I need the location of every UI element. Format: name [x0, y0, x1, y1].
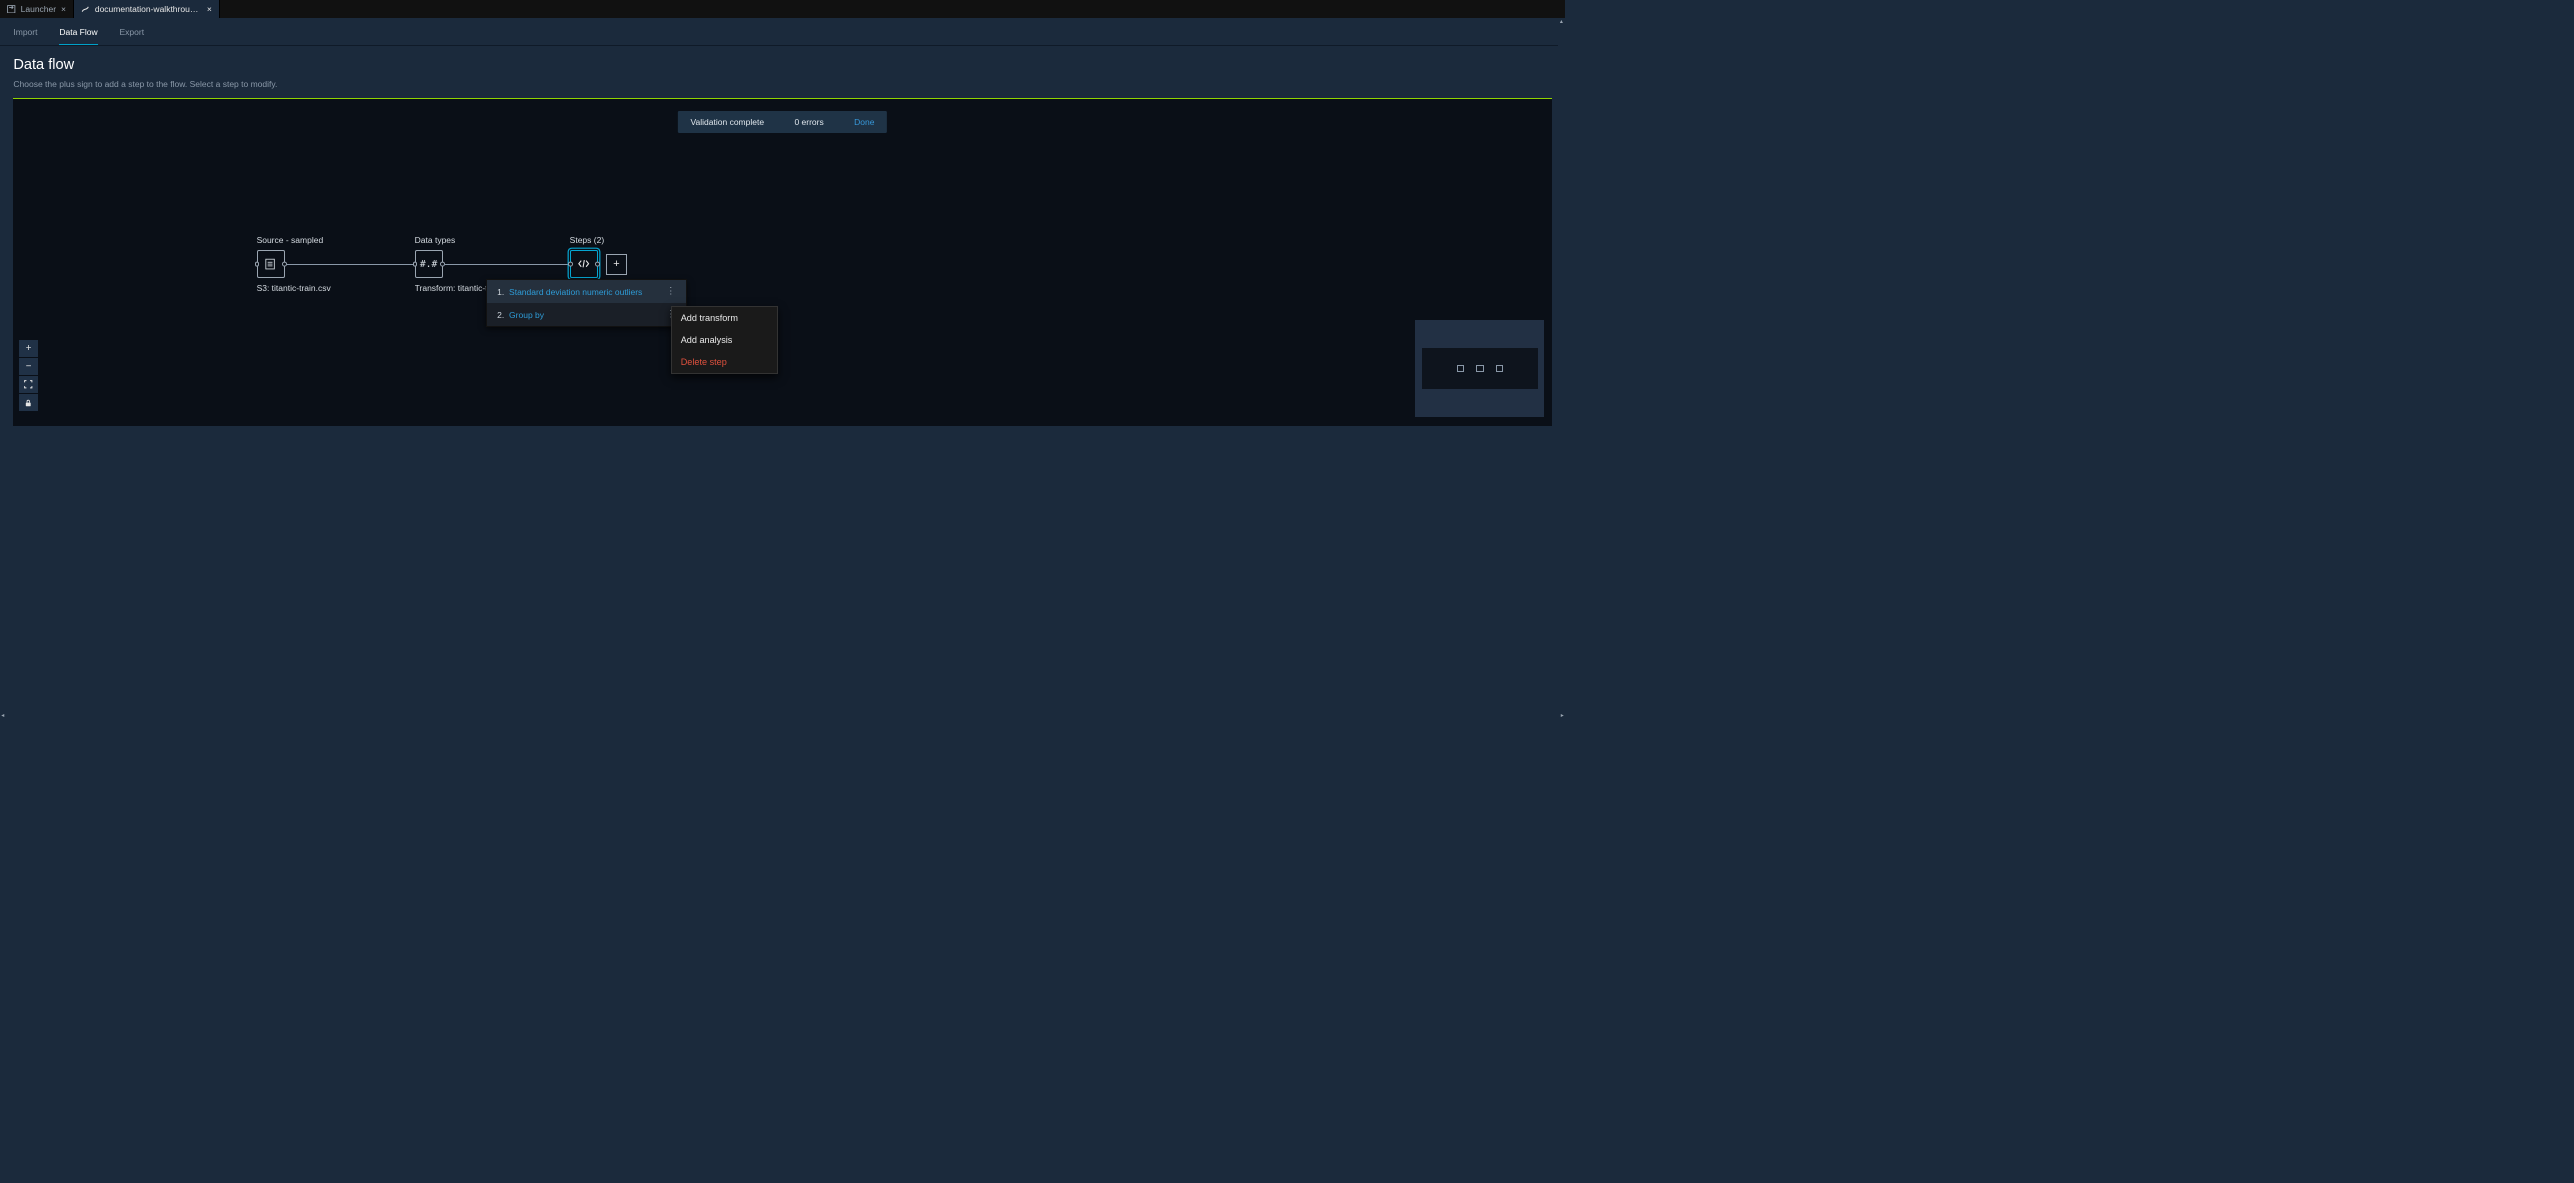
lock-button[interactable] — [19, 394, 37, 412]
step-row[interactable]: 2. Group by ⋮ — [487, 303, 686, 326]
node-steps-label: Steps (2) — [570, 235, 627, 245]
menu-delete-step[interactable]: Delete step — [672, 351, 776, 373]
fullscreen-icon — [24, 380, 33, 389]
toast-errors: 0 errors — [794, 117, 823, 127]
steps-popover: 1. Standard deviation numeric outliers ⋮… — [486, 279, 687, 327]
types-glyph: #.# — [420, 259, 438, 270]
page-title: Data flow — [13, 57, 1551, 73]
step-number: 2. — [497, 310, 504, 320]
port — [255, 262, 260, 267]
node-source-sub: S3: titantic-train.csv — [257, 283, 331, 293]
node-source-box[interactable] — [257, 250, 285, 278]
canvas-controls: + − — [19, 340, 37, 413]
page-header: Data flow Choose the plus sign to add a … — [0, 46, 1565, 98]
port — [595, 262, 600, 267]
port — [413, 262, 418, 267]
ide-tab-label: Launcher — [21, 4, 56, 14]
zoom-in-button[interactable]: + — [19, 340, 37, 358]
minimap-node — [1476, 365, 1483, 372]
minimap-node — [1496, 365, 1503, 372]
step-name: Standard deviation numeric outliers — [509, 287, 642, 297]
tab-data-flow[interactable]: Data Flow — [59, 27, 97, 45]
node-types-box[interactable]: #.# — [415, 250, 443, 278]
minimap[interactable] — [1415, 320, 1544, 417]
launcher-icon — [7, 5, 16, 14]
ide-tab-document[interactable]: documentation-walkthrough- × — [74, 0, 220, 18]
node-steps-box[interactable] — [570, 250, 598, 278]
node-types-label: Data types — [415, 235, 488, 245]
flow-file-icon — [81, 5, 90, 14]
edge — [444, 264, 569, 265]
scroll-up-icon[interactable]: ▴ — [1560, 18, 1563, 25]
context-menu: Add transform Add analysis Delete step — [671, 306, 777, 374]
vertical-scrollbar[interactable]: ▴ — [1558, 18, 1565, 711]
ide-tab-launcher[interactable]: Launcher × — [0, 0, 74, 18]
lock-icon — [24, 399, 33, 408]
horizontal-scrollbar[interactable]: ◂ ▸ — [0, 711, 1565, 720]
node-types-sub: Transform: titantic-t — [415, 283, 488, 293]
close-icon[interactable]: × — [61, 4, 66, 14]
ide-tab-bar: Launcher × documentation-walkthrough- × — [0, 0, 1565, 18]
kebab-icon[interactable]: ⋮ — [666, 286, 676, 297]
port — [568, 262, 573, 267]
tab-export[interactable]: Export — [119, 27, 144, 45]
file-icon — [264, 258, 276, 270]
fit-screen-button[interactable] — [19, 376, 37, 394]
node-steps[interactable]: Steps (2) + — [570, 235, 627, 278]
step-number: 1. — [497, 287, 504, 297]
edge — [286, 264, 414, 265]
toast-done-link[interactable]: Done — [854, 117, 874, 127]
minimap-node — [1457, 365, 1464, 372]
add-step-button[interactable]: + — [606, 254, 627, 275]
plus-icon: + — [613, 258, 619, 270]
toast-status: Validation complete — [691, 117, 765, 127]
menu-add-transform[interactable]: Add transform — [672, 307, 776, 329]
flow-canvas[interactable]: Validation complete 0 errors Done Source… — [13, 98, 1551, 426]
ide-tab-label: documentation-walkthrough- — [95, 4, 202, 14]
menu-add-analysis[interactable]: Add analysis — [672, 329, 776, 351]
validation-toast: Validation complete 0 errors Done — [678, 111, 886, 133]
section-tabs: Import Data Flow Export — [0, 18, 1565, 46]
zoom-out-button[interactable]: − — [19, 358, 37, 376]
step-row[interactable]: 1. Standard deviation numeric outliers ⋮ — [487, 280, 686, 303]
tab-import[interactable]: Import — [13, 27, 37, 45]
close-icon[interactable]: × — [207, 4, 212, 14]
scroll-right-icon[interactable]: ▸ — [1561, 712, 1564, 719]
step-name: Group by — [509, 310, 544, 320]
minimap-viewport — [1422, 348, 1539, 389]
code-icon — [577, 257, 590, 270]
node-source-label: Source - sampled — [257, 235, 331, 245]
page-subtitle: Choose the plus sign to add a step to th… — [13, 79, 1551, 89]
scroll-left-icon[interactable]: ◂ — [1, 712, 4, 719]
